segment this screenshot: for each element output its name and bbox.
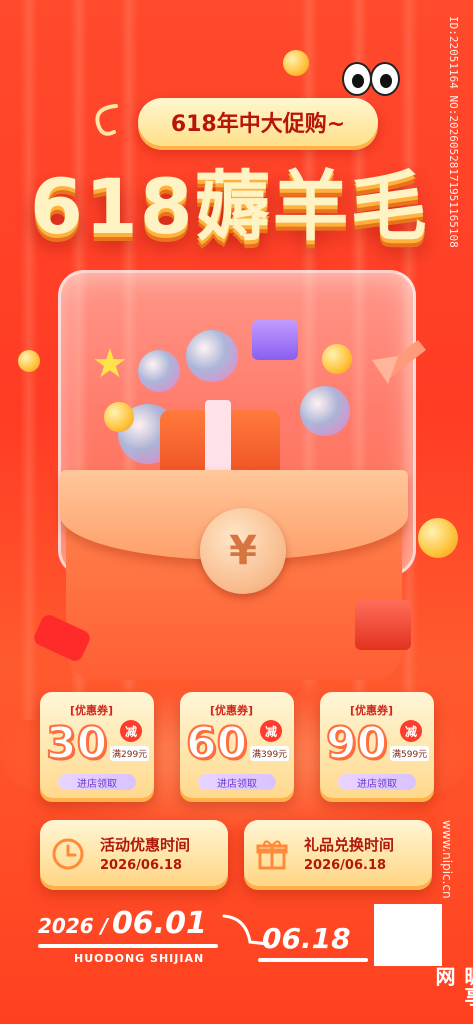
coupon-tag: [优惠券] [350, 704, 394, 717]
info-card-date: 2026/06.18 [304, 858, 387, 873]
yuan-symbol: ¥ [229, 528, 257, 574]
star-icon: ★ [92, 341, 128, 387]
coin-icon [18, 350, 40, 372]
bubble-icon [186, 330, 238, 382]
timeline-start: 2026 /06.01 [38, 906, 207, 941]
activity-time-card: 活动优惠时间 2026/06.18 [40, 820, 228, 886]
info-card-label: 礼品兑换时间 [304, 836, 395, 854]
coupon-tag: [优惠券] [70, 704, 114, 717]
watermark-logo: 昵享网 [432, 966, 473, 1006]
gift-exchange-card: 礼品兑换时间 2026/06.18 [244, 820, 432, 886]
coupon-card[interactable]: [优惠券] 30 减 满299元 进店领取 [40, 692, 154, 798]
watermark-id: ID:22051164 NO:20260528171951165108 [447, 16, 460, 248]
coupon-claim-button[interactable]: 进店领取 [338, 774, 416, 790]
yuan-seal-icon: ¥ [200, 508, 286, 594]
coupon-amount: 90 [325, 717, 388, 770]
white-placeholder-box [374, 904, 442, 966]
coupon-condition: 满299元 [110, 746, 150, 761]
bubble-icon [138, 350, 180, 392]
coupon-card[interactable]: [优惠券] 60 减 满399元 进店领取 [180, 692, 294, 798]
timeline-pinyin: HUODONG SHIJIAN [74, 952, 205, 965]
coin-icon [283, 50, 309, 76]
divider [38, 944, 218, 948]
timeline-end-date: 06.18 [262, 922, 351, 955]
subtitle-pill: 618年中大促购~ [138, 98, 378, 146]
coin-icon [322, 344, 352, 374]
coupon-card[interactable]: [优惠券] 90 减 满599元 进店领取 [320, 692, 434, 798]
bubble-icon [300, 386, 350, 436]
coupon-condition: 满599元 [390, 746, 430, 761]
arrow-icon [372, 340, 426, 384]
cartoon-eyes-icon [342, 62, 400, 96]
coupon-claim-button[interactable]: 进店领取 [58, 774, 136, 790]
timeline-start-date: 06.01 [111, 906, 207, 941]
page-title-text: 618薅羊毛 [30, 162, 429, 251]
timeline-year: 2026 / [38, 914, 108, 938]
subtitle-text: 618年中大促购~ [170, 112, 346, 137]
purple-gift-icon [252, 320, 298, 360]
coupon-badge: 减 [120, 720, 142, 742]
swirl-icon [95, 104, 118, 136]
divider [258, 958, 368, 962]
coupon-claim-button[interactable]: 进店领取 [198, 774, 276, 790]
coupon-tag: [优惠券] [210, 704, 254, 717]
coupon-badge: 减 [260, 720, 282, 742]
red-gift-icon [355, 600, 411, 650]
poster: 618年中大促购~ 618薅羊毛 ★ ¥ [优惠券] 30 减 满299元 进店… [0, 0, 473, 1024]
info-card-label: 活动优惠时间 [100, 836, 191, 854]
page-title: 618薅羊毛 [30, 150, 450, 251]
clock-icon [52, 838, 84, 870]
coin-icon [104, 402, 134, 432]
coupon-badge: 减 [400, 720, 422, 742]
coupon-amount: 30 [45, 717, 108, 770]
info-card-date: 2026/06.18 [100, 858, 183, 873]
coupon-condition: 满399元 [250, 746, 290, 761]
watermark-url: www.nipic.cn [440, 820, 454, 899]
coupon-amount: 60 [185, 717, 248, 770]
gift-icon [256, 840, 288, 870]
